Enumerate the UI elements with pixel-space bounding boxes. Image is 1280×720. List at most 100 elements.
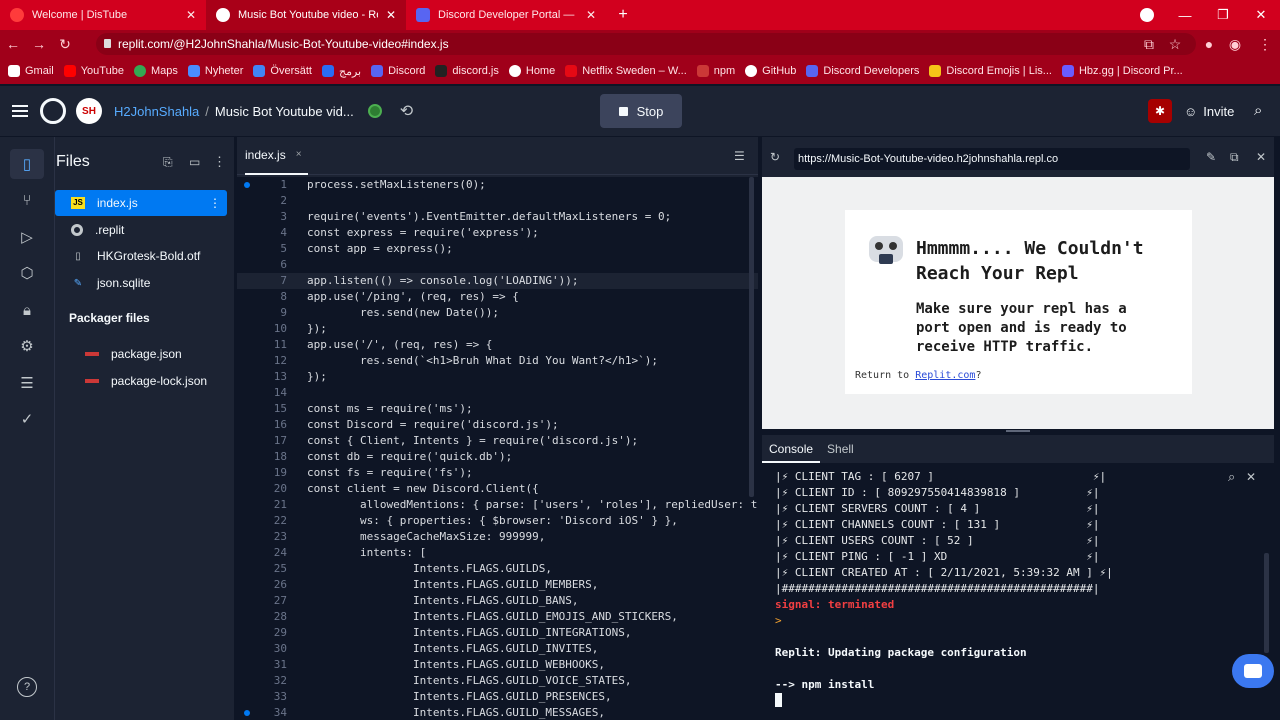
chat-button[interactable] xyxy=(1232,654,1274,688)
search-icon[interactable]: ⌕ xyxy=(1228,469,1235,485)
breakpoint-dot[interactable] xyxy=(244,182,250,188)
bookmark-discord-developers[interactable]: Discord Developers xyxy=(806,65,919,77)
reload-icon[interactable]: ↻ xyxy=(770,150,780,164)
browser-tab-replit[interactable]: Music Bot Youtube video - Replit ✕ xyxy=(206,0,406,30)
bookmark-discord[interactable]: Discord xyxy=(371,65,425,77)
code-line[interactable]: 11 app.use('/', (req, res) => { xyxy=(237,337,758,353)
open-external-icon[interactable]: ⧉ xyxy=(1136,36,1162,53)
packages-icon[interactable]: ⬡ xyxy=(17,263,37,283)
maximize-button[interactable]: ❐ xyxy=(1204,0,1242,30)
file-item-font[interactable]: ▯ HKGrotesk-Bold.otf xyxy=(55,243,227,269)
more-options-icon[interactable]: ⋮ xyxy=(213,154,226,170)
invite-button[interactable]: ☺ Invite xyxy=(1184,99,1234,123)
code-line[interactable]: 6 xyxy=(237,257,758,273)
files-icon[interactable]: ▯ xyxy=(17,154,37,174)
browser-tab-distube[interactable]: Welcome | DisTube ✕ xyxy=(0,0,206,30)
username-link[interactable]: H2JohnShahla xyxy=(114,104,199,119)
code-line[interactable]: 25 Intents.FLAGS.GUILDS, xyxy=(237,561,758,577)
repl-name[interactable]: Music Bot Youtube vid... xyxy=(215,104,354,119)
back-icon[interactable]: ← xyxy=(0,36,26,52)
new-folder-icon[interactable]: ▭ xyxy=(189,155,200,169)
bookmark-npm[interactable]: npm xyxy=(696,65,735,77)
bookmark-netflix[interactable]: Netflix Sweden – W... xyxy=(565,65,687,77)
code-line[interactable]: 13}); xyxy=(237,369,758,385)
search-icon[interactable]: ⌕ xyxy=(1254,102,1262,119)
replit-logo[interactable] xyxy=(40,98,66,124)
code-line[interactable]: 3 require('events').EventEmitter.defaultM… xyxy=(237,209,758,225)
code-line[interactable]: 1 process.setMaxListeners(0); xyxy=(237,177,758,193)
code-line[interactable]: 2 xyxy=(237,193,758,209)
bookmark-star-icon[interactable]: ☆ xyxy=(1162,36,1188,53)
bookmark-youtube[interactable]: YouTube xyxy=(63,65,124,77)
url-field[interactable]: replit.com/@H2JohnShahla/Music-Bot-Youtu… xyxy=(96,33,1196,55)
editor-menu-icon[interactable]: ☰ xyxy=(734,149,745,163)
close-icon[interactable]: ✕ xyxy=(1256,150,1266,164)
code-line[interactable]: 15 const ms = require('ms'); xyxy=(237,401,758,417)
code-line[interactable]: 32 Intents.FLAGS.GUILD_VOICE_STATES, xyxy=(237,673,758,689)
code-line[interactable]: 21 allowedMentions: { parse: ['users', '… xyxy=(237,497,758,513)
new-file-icon[interactable]: ⎘ xyxy=(163,155,173,170)
close-icon[interactable]: ✕ xyxy=(578,8,596,22)
code-line[interactable]: 34 Intents.FLAGS.GUILD_MESSAGES, xyxy=(237,705,758,720)
secrets-lock-icon[interactable]: 🔒︎ xyxy=(17,300,37,320)
close-icon[interactable]: ✕ xyxy=(378,8,396,22)
clear-console-icon[interactable]: ✕ xyxy=(1246,470,1256,484)
bookmark-gmail[interactable]: Gmail xyxy=(8,65,54,77)
bug-icon[interactable]: ✱ xyxy=(1148,99,1172,123)
file-item-replit[interactable]: .replit xyxy=(55,217,227,243)
profile-icon[interactable] xyxy=(1128,0,1166,30)
console-scrollbar[interactable] xyxy=(1264,553,1269,653)
code-line[interactable]: 5 const app = express(); xyxy=(237,241,758,257)
account-icon[interactable]: ◉ xyxy=(1222,36,1248,53)
code-line[interactable]: 24 intents: [ xyxy=(237,545,758,561)
file-item-index-js[interactable]: JS index.js ⋮ xyxy=(55,190,227,216)
code-line[interactable]: 29 Intents.FLAGS.GUILD_INTEGRATIONS, xyxy=(237,625,758,641)
code-line[interactable]: 18 const db = require('quick.db'); xyxy=(237,449,758,465)
bookmark-github[interactable]: GitHub xyxy=(745,65,796,77)
code-area[interactable]: 1 process.setMaxListeners(0); 2 3 require('e… xyxy=(237,177,758,720)
breakpoint-dot[interactable] xyxy=(244,710,250,716)
pane-resize-handle[interactable] xyxy=(1006,430,1030,432)
bookmark-home[interactable]: Home xyxy=(508,65,555,77)
code-line[interactable]: 33 Intents.FLAGS.GUILD_PRESENCES, xyxy=(237,689,758,705)
code-line[interactable]: 14 xyxy=(237,385,758,401)
replit-link[interactable]: Replit.com xyxy=(915,370,975,381)
file-options-icon[interactable]: ⋮ xyxy=(209,196,221,210)
bookmark-hbz[interactable]: Hbz.gg | Discord Pr... xyxy=(1061,65,1183,77)
code-line[interactable]: 10}); xyxy=(237,321,758,337)
close-icon[interactable]: × xyxy=(296,149,302,160)
code-line[interactable]: 8 app.use('/ping', (req, res) => { xyxy=(237,289,758,305)
help-icon[interactable]: ? xyxy=(17,677,37,697)
database-icon[interactable]: ☰ xyxy=(17,373,37,393)
browser-tab-discord-dev[interactable]: Discord Developer Portal — My ✕ xyxy=(406,0,606,30)
file-item-json-sqlite[interactable]: ✎ json.sqlite xyxy=(55,270,227,296)
reload-icon[interactable]: ↻ xyxy=(52,36,78,53)
tab-console[interactable]: Console xyxy=(762,435,821,463)
code-line[interactable]: 23 messageCacheMaxSize: 999999, xyxy=(237,529,758,545)
menu-icon[interactable]: ⋮ xyxy=(1252,36,1278,53)
code-line[interactable]: 28 Intents.FLAGS.GUILD_EMOJIS_AND_STICKE… xyxy=(237,609,758,625)
edit-icon[interactable]: ✎ xyxy=(1206,150,1216,164)
settings-gear-icon[interactable]: ⚙ xyxy=(17,336,37,356)
extension-icon[interactable]: ● xyxy=(1196,36,1222,52)
debugger-icon[interactable]: ▷ xyxy=(17,227,37,247)
bookmark-arabic[interactable]: برمج xyxy=(321,65,361,78)
history-icon[interactable]: ⟲ xyxy=(400,101,413,121)
code-line[interactable]: 22 ws: { properties: { $browser: 'Discor… xyxy=(237,513,758,529)
code-line[interactable]: 30 Intents.FLAGS.GUILD_INVITES, xyxy=(237,641,758,657)
menu-icon[interactable] xyxy=(0,86,40,136)
close-icon[interactable]: ✕ xyxy=(178,8,196,22)
avatar[interactable]: SH xyxy=(76,98,102,124)
code-line[interactable]: 17 const { Client, Intents } = require('d… xyxy=(237,433,758,449)
forward-icon[interactable]: → xyxy=(26,36,52,52)
code-line[interactable]: 9 res.send(new Date()); xyxy=(237,305,758,321)
webview-url-field[interactable]: https://Music-Bot-Youtube-video.h2johnsh… xyxy=(794,148,1190,170)
code-line[interactable]: 7 app.listen(() => console.log('LOADING')… xyxy=(237,273,758,289)
code-line[interactable]: 31 Intents.FLAGS.GUILD_WEBHOOKS, xyxy=(237,657,758,673)
bookmark-nyheter[interactable]: Nyheter xyxy=(187,65,243,77)
code-line[interactable]: 16 const Discord = require('discord.js'); xyxy=(237,417,758,433)
editor-scrollbar[interactable] xyxy=(749,177,754,497)
code-line[interactable]: 19 const fs = require('fs'); xyxy=(237,465,758,481)
new-tab-button[interactable]: + xyxy=(612,6,634,24)
bookmark-discord-emojis[interactable]: Discord Emojis | Lis... xyxy=(929,65,1052,77)
